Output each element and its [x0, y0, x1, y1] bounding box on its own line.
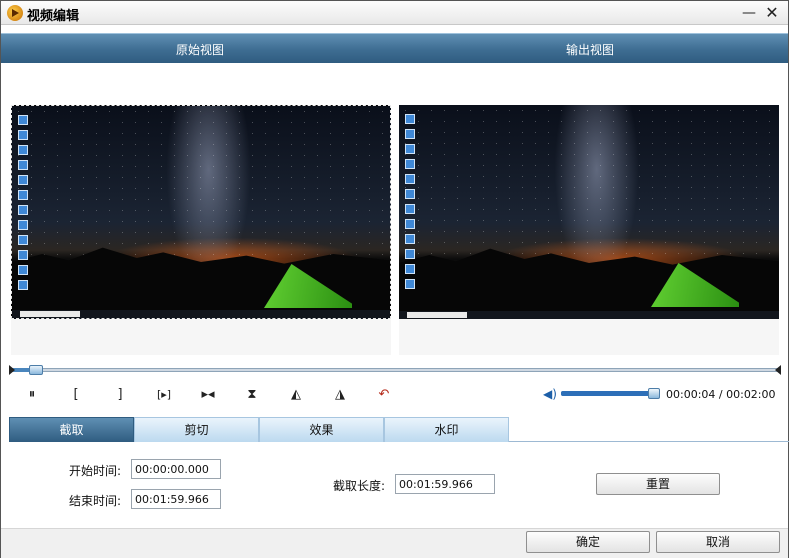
time-separator: /	[715, 388, 727, 401]
output-view-label: 输出视图	[566, 43, 615, 57]
rotate-left-button[interactable]: ◭	[285, 385, 307, 405]
original-view-label: 原始视图	[176, 43, 225, 57]
output-view-pane	[399, 105, 779, 355]
seek-track[interactable]	[11, 368, 779, 372]
tab-cut[interactable]: 剪切	[134, 417, 259, 442]
tab-trim[interactable]: 截取	[9, 417, 134, 442]
original-video-preview[interactable]	[11, 105, 391, 319]
ok-button[interactable]: 确定	[526, 531, 650, 553]
next-frame-button[interactable]: [▸]	[151, 385, 177, 405]
seek-bar[interactable]	[9, 365, 781, 375]
trim-end-marker-icon[interactable]	[775, 365, 781, 375]
dialog-footer: 确定 取消	[1, 528, 788, 558]
title-bar: 视频编辑 — ✕	[1, 1, 788, 25]
volume-slider[interactable]	[561, 388, 661, 399]
trim-length-label: 截取长度:	[333, 479, 386, 493]
view-header: 原始视图 输出视图	[1, 33, 788, 63]
tab-watermark[interactable]: 水印	[384, 417, 509, 442]
end-time-label: 结束时间:	[69, 494, 122, 508]
output-video-preview	[399, 105, 779, 319]
pause-button[interactable]: ⏸	[21, 385, 43, 405]
flip-vertical-button[interactable]: ⧗	[241, 385, 263, 405]
volume-icon[interactable]: ◀)	[543, 387, 557, 401]
trim-start-marker-icon[interactable]	[9, 365, 15, 375]
video-edit-window: 视频编辑 — ✕ 原始视图 输出视图 ⏸ [ ] [▸] ▸◂ ⧗ ◭ ◮ ↶ …	[0, 0, 789, 558]
minimize-button[interactable]: —	[739, 3, 759, 23]
volume-thumb[interactable]	[648, 388, 661, 399]
reset-button[interactable]: 重置	[596, 473, 720, 495]
time-readout: 00:00:04 / 00:02:00	[666, 388, 776, 401]
total-time: 00:02:00	[726, 388, 776, 401]
start-time-label: 开始时间:	[69, 464, 122, 478]
mark-in-button[interactable]: [	[65, 385, 87, 405]
cancel-button[interactable]: 取消	[656, 531, 780, 553]
window-title: 视频编辑	[27, 9, 80, 24]
app-logo-icon	[7, 5, 23, 21]
undo-button[interactable]: ↶	[373, 385, 395, 405]
original-view-pane	[11, 105, 391, 355]
volume-level	[561, 391, 655, 396]
edit-tabs: 截取 剪切 效果 水印	[9, 417, 789, 442]
mark-out-button[interactable]: ]	[109, 385, 131, 405]
tab-effects[interactable]: 效果	[259, 417, 384, 442]
skip-button[interactable]: ▸◂	[197, 385, 219, 405]
end-time-field[interactable]	[131, 489, 221, 509]
close-button[interactable]: ✕	[762, 3, 782, 23]
trim-length-field[interactable]	[395, 474, 495, 494]
rotate-right-button[interactable]: ◮	[329, 385, 351, 405]
seek-thumb[interactable]	[29, 365, 44, 375]
start-time-field[interactable]	[131, 459, 221, 479]
current-time: 00:00:04	[666, 388, 716, 401]
trim-panel: 开始时间: 结束时间: 截取长度: 重置	[9, 442, 782, 526]
